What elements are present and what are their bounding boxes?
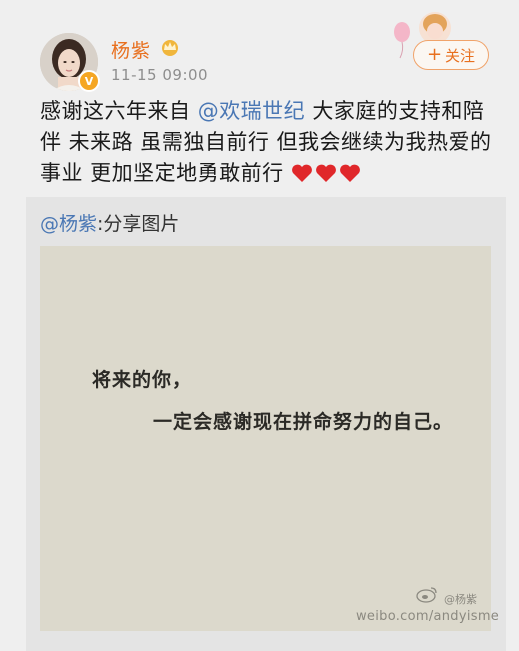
post-time: 11-15 09:00 xyxy=(111,66,209,84)
post-text-before: 感谢这六年来自 xyxy=(40,99,198,123)
plus-icon: + xyxy=(426,44,443,65)
shared-image[interactable] xyxy=(40,246,491,631)
weibo-post-page: V 杨紫 11-15 09:00 + 关注 感谢这六年来自 @欢瑞世纪 大家庭的… xyxy=(0,0,519,651)
quote-line-2: 一定会感谢现在拼命努力的自己。 xyxy=(153,411,454,433)
crown-icon xyxy=(162,40,178,56)
mention-link[interactable]: @欢瑞世纪 xyxy=(198,99,306,123)
heart-icon xyxy=(315,164,336,182)
shared-header: @杨紫:分享图片 xyxy=(40,209,179,236)
watermark-url: weibo.com/andyisme xyxy=(356,609,500,624)
heart-icon xyxy=(339,164,360,182)
watermark-name: @杨紫 xyxy=(444,593,477,606)
shared-author-link[interactable]: @杨紫 xyxy=(40,213,97,235)
weibo-logo-icon xyxy=(416,587,437,603)
follow-label: 关注 xyxy=(445,46,476,65)
user-name[interactable]: 杨紫 xyxy=(111,36,151,63)
heart-icon xyxy=(291,164,312,182)
follow-button[interactable]: + 关注 xyxy=(413,40,489,70)
post-text: 感谢这六年来自 @欢瑞世纪 大家庭的支持和陪伴 未来路 虽需独自前行 但我会继续… xyxy=(40,96,500,189)
verified-badge-icon: V xyxy=(78,70,100,92)
quote-line-1: 将来的你， xyxy=(92,369,193,391)
shared-suffix: :分享图片 xyxy=(97,213,180,235)
